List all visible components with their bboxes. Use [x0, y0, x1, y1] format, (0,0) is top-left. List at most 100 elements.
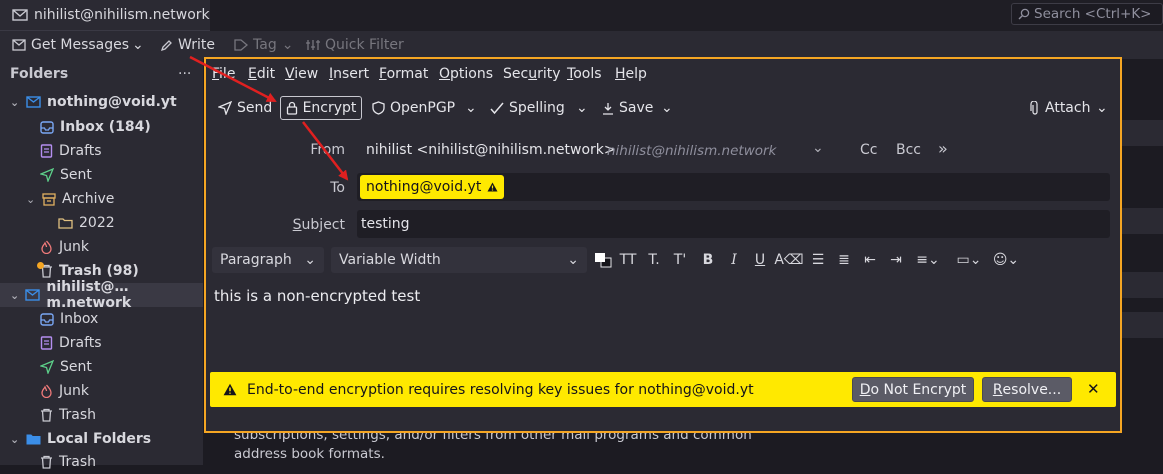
folder-archive[interactable]: ⌄ Archive — [0, 187, 203, 211]
close-icon[interactable]: ✕ — [1087, 380, 1100, 398]
subject-field[interactable] — [357, 210, 1110, 238]
bcc-button[interactable]: Bcc — [896, 142, 921, 158]
outdent-icon[interactable]: ⇤ — [860, 249, 880, 271]
menu-tools[interactable]: Tools — [567, 66, 602, 84]
drafts-icon — [40, 144, 53, 158]
numbered-list-icon[interactable]: ≣ — [834, 249, 854, 271]
folder-label: Junk — [59, 383, 89, 399]
tag-button[interactable]: Tag ⌄ — [234, 31, 293, 59]
font-select[interactable]: Variable Width ⌄ — [331, 247, 587, 273]
folder-2022[interactable]: 2022 — [0, 211, 203, 235]
emoji-icon[interactable]: ☺⌄ — [990, 249, 1022, 271]
send-button[interactable]: Send — [218, 96, 272, 120]
background-panel — [1120, 120, 1163, 146]
recipient-pill[interactable]: nothing@void.yt — [360, 175, 505, 199]
chevron-down-icon: ⌄ — [281, 37, 294, 53]
subject-value[interactable]: testing — [361, 216, 410, 232]
sent-icon — [40, 168, 54, 182]
get-messages-dropdown[interactable]: ⌄ — [132, 31, 144, 59]
bold-icon[interactable]: B — [698, 249, 718, 271]
italic-icon[interactable]: I — [724, 249, 744, 271]
indent-icon[interactable]: ⇥ — [886, 249, 906, 271]
tag-icon — [234, 39, 248, 51]
clear-formatting-icon[interactable]: A⌫ — [774, 249, 803, 271]
menu-accesskey: V — [285, 66, 295, 82]
folder-drafts[interactable]: Drafts — [0, 139, 203, 163]
menu-label: elp — [625, 66, 647, 82]
account-nihilist[interactable]: ⌄ nihilist@…m.network — [0, 279, 203, 311]
menu-label: iew — [294, 66, 319, 82]
paragraph-format-select[interactable]: Paragraph ⌄ — [212, 247, 324, 273]
bullet-list-icon[interactable]: ☰ — [808, 249, 828, 271]
mail-tab[interactable]: nihilist@nihilism.network — [0, 0, 210, 31]
search-input[interactable]: Search <Ctrl+K> — [1011, 3, 1163, 25]
underline-icon[interactable]: U — [750, 249, 770, 271]
menu-security[interactable]: Security — [503, 66, 561, 84]
trash-icon — [40, 408, 53, 422]
folder-trash[interactable]: Trash — [0, 450, 203, 474]
subject-label-text: ubject — [301, 217, 345, 233]
font-smaller-icon[interactable]: TT — [618, 249, 638, 271]
openpgp-button[interactable]: OpenPGP — [372, 96, 455, 120]
download-icon — [602, 102, 614, 115]
menu-edit[interactable]: Edit — [248, 66, 275, 84]
menu-view[interactable]: View — [285, 66, 318, 84]
background-panel — [1120, 312, 1163, 338]
superscript-icon[interactable]: T' — [670, 249, 690, 271]
quick-filter-button[interactable]: Quick Filter — [306, 31, 404, 59]
align-icon[interactable]: ≡⌄ — [914, 249, 942, 271]
folder-label: Inbox (184) — [60, 119, 151, 135]
get-messages-button[interactable]: Get Messages — [12, 31, 129, 59]
folder-inbox[interactable]: Inbox (184) — [0, 115, 203, 139]
do-not-encrypt-button[interactable]: Do Not Encrypt — [852, 377, 974, 402]
folder-label: Junk — [59, 239, 89, 255]
message-body-text[interactable]: this is a non-encrypted test — [214, 287, 420, 305]
menu-label: rity — [537, 66, 561, 82]
folder-junk[interactable]: Junk — [0, 379, 203, 403]
text-color-icon[interactable] — [593, 249, 613, 271]
folder-label: Trash (98) — [59, 263, 139, 279]
folder-inbox[interactable]: Inbox — [0, 307, 203, 331]
mail-icon — [12, 9, 28, 21]
folder-sent[interactable]: Sent — [0, 355, 203, 379]
subscript-icon[interactable]: T. — [644, 249, 664, 271]
folder-sent[interactable]: Sent — [0, 163, 203, 187]
menu-help[interactable]: Help — [615, 66, 647, 84]
menu-accesskey: H — [615, 66, 626, 82]
from-value[interactable]: nihilist <nihilist@nihilism.network> — [366, 142, 616, 158]
from-dropdown-chevron-icon[interactable]: ⌄ — [812, 140, 824, 156]
menu-insert[interactable]: Insert — [329, 66, 369, 84]
menu-file[interactable]: File — [212, 66, 235, 84]
folders-title: Folders — [10, 66, 69, 82]
account-local-folders[interactable]: ⌄ Local Folders — [0, 427, 203, 451]
folder-label: Trash — [59, 454, 96, 470]
folder-drafts[interactable]: Drafts — [0, 331, 203, 355]
menu-format[interactable]: Format — [379, 66, 428, 84]
encrypt-label: Encrypt — [302, 100, 357, 116]
menu-options[interactable]: Options — [439, 66, 493, 84]
spelling-button[interactable]: Spelling — [490, 96, 565, 120]
spelling-dropdown[interactable]: ⌄ — [576, 96, 588, 120]
warning-icon — [223, 383, 237, 396]
spelling-label: Spelling — [509, 100, 565, 116]
folders-menu-icon[interactable]: ··· — [178, 66, 191, 82]
resolve-button[interactable]: Resolve... — [982, 377, 1072, 402]
cc-button[interactable]: Cc — [860, 142, 877, 158]
insert-image-icon[interactable]: ▭⌄ — [953, 249, 985, 271]
openpgp-dropdown[interactable]: ⌄ — [465, 96, 477, 120]
spelling-icon — [490, 102, 504, 115]
folder-junk[interactable]: Junk — [0, 235, 203, 259]
account-nothing[interactable]: ⌄ nothing@void.yt — [0, 90, 203, 114]
folder-trash[interactable]: Trash — [0, 403, 203, 427]
attach-label: Attach — [1045, 100, 1091, 116]
write-button[interactable]: Write — [160, 31, 215, 59]
save-dropdown[interactable]: ⌄ — [661, 96, 673, 120]
attach-dropdown[interactable]: ⌄ — [1096, 96, 1108, 120]
more-fields-button[interactable]: » — [938, 139, 948, 158]
encrypt-button[interactable]: Encrypt — [280, 96, 362, 120]
save-button[interactable]: Save — [602, 96, 653, 120]
get-messages-icon — [12, 39, 26, 51]
font-value: Variable Width — [339, 252, 441, 268]
attach-button[interactable]: Attach — [1030, 96, 1090, 120]
folder-label: Inbox — [60, 311, 99, 327]
